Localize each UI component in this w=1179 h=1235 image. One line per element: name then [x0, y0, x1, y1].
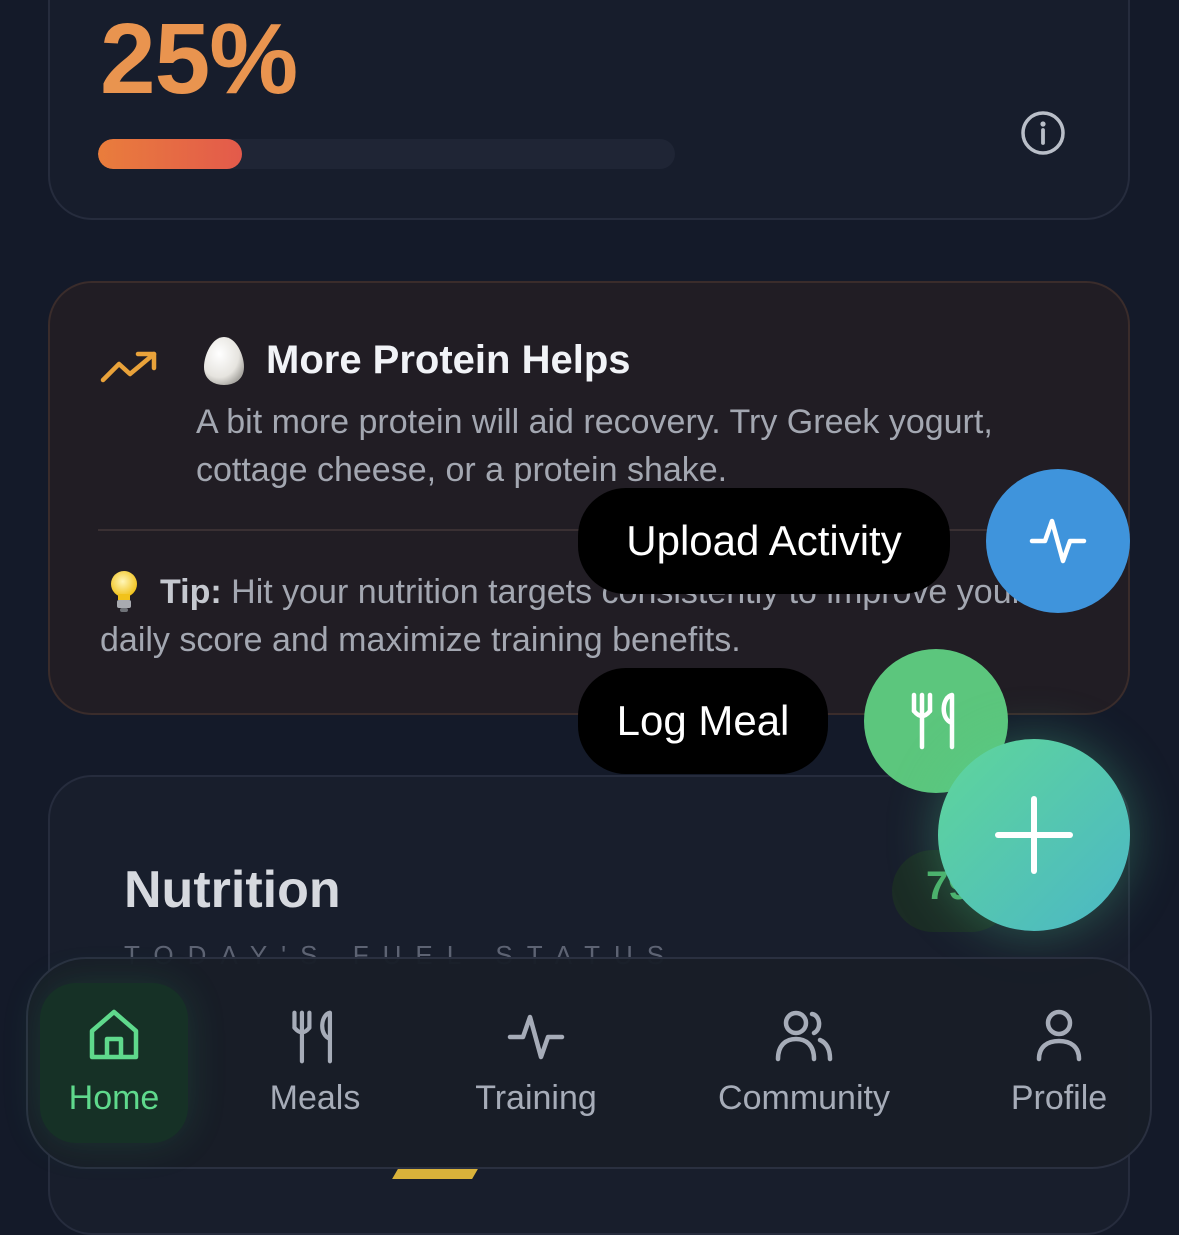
nav-profile[interactable]: Profile: [994, 983, 1124, 1143]
home-icon: [86, 1007, 142, 1069]
plus-icon: [995, 796, 1073, 874]
nav-community[interactable]: Community: [696, 983, 912, 1143]
add-fab[interactable]: [938, 739, 1130, 931]
nav-training[interactable]: Training: [456, 983, 616, 1143]
insight-body: A bit more protein will aid recovery. Tr…: [196, 403, 993, 489]
upload-activity-button[interactable]: Upload Activity: [578, 488, 950, 594]
upload-activity-fab[interactable]: [986, 469, 1130, 613]
egg-icon: [202, 335, 246, 392]
nav-training-label: Training: [475, 1079, 597, 1117]
nav-meals[interactable]: Meals: [245, 983, 385, 1143]
nav-home[interactable]: Home: [40, 983, 188, 1143]
content-peek: [392, 1169, 478, 1179]
nav-community-label: Community: [718, 1079, 890, 1117]
nav-meals-label: Meals: [269, 1079, 361, 1117]
nav-profile-label: Profile: [1010, 1079, 1108, 1117]
fork-knife-icon: [287, 1007, 343, 1069]
nutrition-title: Nutrition: [124, 861, 341, 919]
user-icon: [1034, 1007, 1084, 1069]
info-icon[interactable]: [1020, 110, 1066, 156]
trending-up-icon: [100, 350, 158, 389]
nav-home-label: Home: [68, 1079, 160, 1117]
log-meal-button[interactable]: Log Meal: [578, 668, 828, 774]
activity-icon: [1029, 518, 1087, 564]
insight-title: More Protein Helps: [266, 338, 631, 382]
score-progress-fill: [98, 139, 243, 169]
activity-icon: [506, 1007, 566, 1069]
users-icon: [774, 1007, 834, 1069]
tip-label: Tip:: [160, 573, 222, 611]
score-percent: 25%: [100, 3, 298, 115]
score-progress-bar: [98, 139, 675, 169]
fork-knife-icon: [911, 692, 955, 750]
